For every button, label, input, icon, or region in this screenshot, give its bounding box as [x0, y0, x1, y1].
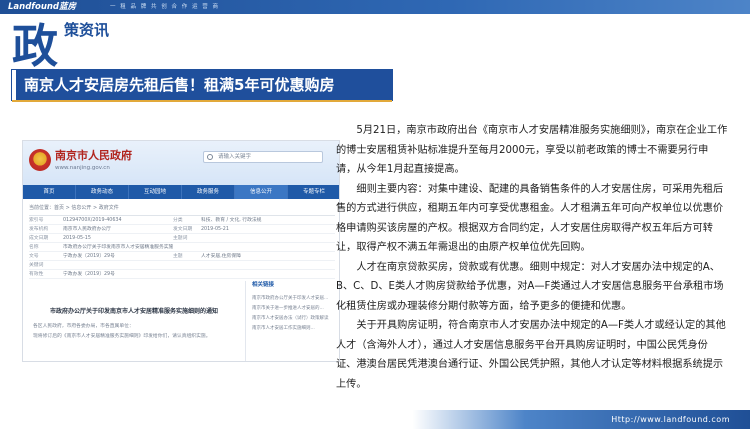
meta-row: 文号 宁政办发〔2019〕29号 主题 人才安居,住房保障 — [29, 252, 335, 261]
search-icon — [207, 154, 213, 160]
meta-cell: 分类 — [173, 218, 183, 223]
related-link[interactable]: 南京市人才安居办法（试行）政策解读 — [252, 315, 334, 322]
document-line: 现将修订后的《南京市人才安居精准服务实施细则》印发给你们，请认真组织实施。 — [33, 334, 211, 339]
meta-cell: 人才安居,住房保障 — [201, 254, 241, 259]
meta-cell: 发文日期 — [173, 227, 193, 232]
section-title: 策资讯 — [64, 21, 110, 39]
article-body: 5月21日，南京市政府出台《南京市人才安居精准服务实施细则》，南京在企业工作的博… — [336, 121, 728, 394]
meta-cell: 2019-05-21 — [201, 227, 229, 232]
footer-url-link[interactable]: Http://www.landfound.com — [611, 413, 730, 426]
meta-row: 关键词 — [29, 261, 335, 270]
document-title[interactable]: 市政府办公厅关于印发南京市人才安居精准服务实施细则的通知 — [29, 307, 239, 317]
meta-row: 成文日期 2019-05-15 主题词 — [29, 234, 335, 243]
related-link[interactable]: 南京市关于进一步推进人才安居的... — [252, 305, 334, 312]
article-paragraph: 人才在南京贷款买房，贷款或有优惠。细则中规定：对人才安居办法中规定的A、B、C、… — [336, 261, 724, 312]
section-big-character: 政 — [12, 19, 58, 73]
breadcrumb: 当前位置：首页 > 信息公开 > 政府文件 — [29, 205, 119, 211]
gov-nav-item[interactable]: 专题专栏 — [288, 185, 339, 199]
national-emblem-icon — [29, 149, 51, 171]
meta-cell — [173, 270, 201, 278]
headline-banner: 南京人才安居房先租后售！租满5年可优惠购房 — [12, 70, 392, 100]
article-paragraph: 关于开具购房证明，符合南京市人才安居办法中规定的A—F类人才或经认定的其他人才（… — [336, 320, 726, 390]
meta-cell: 南京市人民政府办公厅 — [63, 227, 111, 232]
related-link[interactable]: 南京市人才安居工作实施细则... — [252, 325, 334, 332]
gov-nav-item[interactable]: 政务动态 — [76, 185, 129, 199]
brand-logo[interactable]: Landfound蓝房 — [8, 1, 76, 13]
gov-nav-item[interactable]: 首页 — [23, 185, 76, 199]
gov-website-header: 南京市人民政府 www.nanjing.gov.cn 请输入关键字 — [23, 141, 339, 185]
meta-cell — [201, 270, 321, 278]
gov-website-screenshot: 南京市人民政府 www.nanjing.gov.cn 请输入关键字 首页 政务动态… — [22, 140, 340, 362]
meta-cell: 科技、教育 / 文化, 行政法规 — [201, 218, 262, 223]
gov-nav-bar: 首页 政务动态 互动园地 政务服务 信息公开 专题专栏 — [23, 185, 339, 199]
meta-cell: 有效性 — [29, 272, 44, 277]
gov-search-input[interactable]: 请输入关键字 — [203, 151, 323, 163]
gov-site-url: www.nanjing.gov.cn — [55, 165, 110, 171]
headline-text: 南京人才安居房先租后售！租满5年可优惠购房 — [24, 76, 335, 94]
meta-cell: 成文日期 — [29, 236, 49, 241]
meta-cell — [63, 261, 173, 269]
meta-cell: 发布机构 — [29, 227, 49, 232]
meta-cell: 文号 — [29, 254, 39, 259]
meta-row: 有效性 宁政办发〔2019〕29号 — [29, 270, 335, 279]
document-meta-table: 索引号 01294700X/2019-40634 分类 科技、教育 / 文化, 行政法… — [29, 215, 335, 287]
meta-row: 索引号 01294700X/2019-40634 分类 科技、教育 / 文化, 行政法… — [29, 216, 335, 225]
meta-cell: 名称 — [29, 245, 39, 250]
related-links-title: 相关链接 — [252, 282, 275, 288]
brand-tagline: 一 租 品 牌 共 创 合 作 运 营 商 — [110, 4, 220, 10]
meta-cell — [173, 261, 201, 269]
meta-cell — [201, 243, 321, 251]
meta-cell: 宁政办发〔2019〕29号 — [63, 272, 115, 277]
meta-row: 发布机构 南京市人民政府办公厅 发文日期 2019-05-21 — [29, 225, 335, 234]
gov-search-placeholder: 请输入关键字 — [218, 154, 252, 160]
gov-site-name: 南京市人民政府 — [55, 149, 132, 162]
meta-cell: 主题 — [173, 254, 183, 259]
footer-bar: Http://www.landfound.com — [0, 410, 750, 429]
gov-nav-item[interactable]: 互动园地 — [129, 185, 182, 199]
meta-cell: 关键词 — [29, 263, 44, 268]
meta-cell: 01294700X/2019-40634 — [63, 218, 122, 223]
meta-cell — [173, 243, 201, 251]
meta-cell — [201, 234, 321, 242]
related-links-panel: 相关链接 南京市政府办公厅关于印发人才安居... 南京市关于进一步推进人才安居的… — [245, 281, 335, 361]
meta-cell: 主题词 — [173, 236, 188, 241]
meta-cell: 2019-05-15 — [63, 236, 91, 241]
document-line: 各区人民政府，市府各委办局，市各直属单位： — [33, 324, 134, 329]
related-link[interactable]: 南京市政府办公厅关于印发人才安居... — [252, 295, 334, 302]
article-paragraph: 细则主要内容：对集中建设、配建的具备销售条件的人才安居住房，可采用先租后售的方式… — [336, 183, 724, 254]
article-paragraph: 5月21日，南京市政府出台《南京市人才安居精准服务实施细则》，南京在企业工作的博… — [336, 125, 728, 175]
top-brand-bar: Landfound蓝房 一 租 品 牌 共 创 合 作 运 营 商 — [0, 0, 750, 14]
meta-cell: 宁政办发〔2019〕29号 — [63, 254, 115, 259]
gov-nav-item[interactable]: 信息公开 — [235, 185, 288, 199]
meta-cell: 索引号 — [29, 218, 44, 223]
headline-accent-line — [12, 100, 392, 102]
meta-cell: 市政府办公厅关于印发南京市人才安居精准服务实施细则的通知 — [63, 245, 173, 250]
meta-cell — [201, 261, 321, 269]
gov-nav-item[interactable]: 政务服务 — [182, 185, 235, 199]
meta-row: 名称 市政府办公厅关于印发南京市人才安居精准服务实施细则的通知 — [29, 243, 335, 252]
